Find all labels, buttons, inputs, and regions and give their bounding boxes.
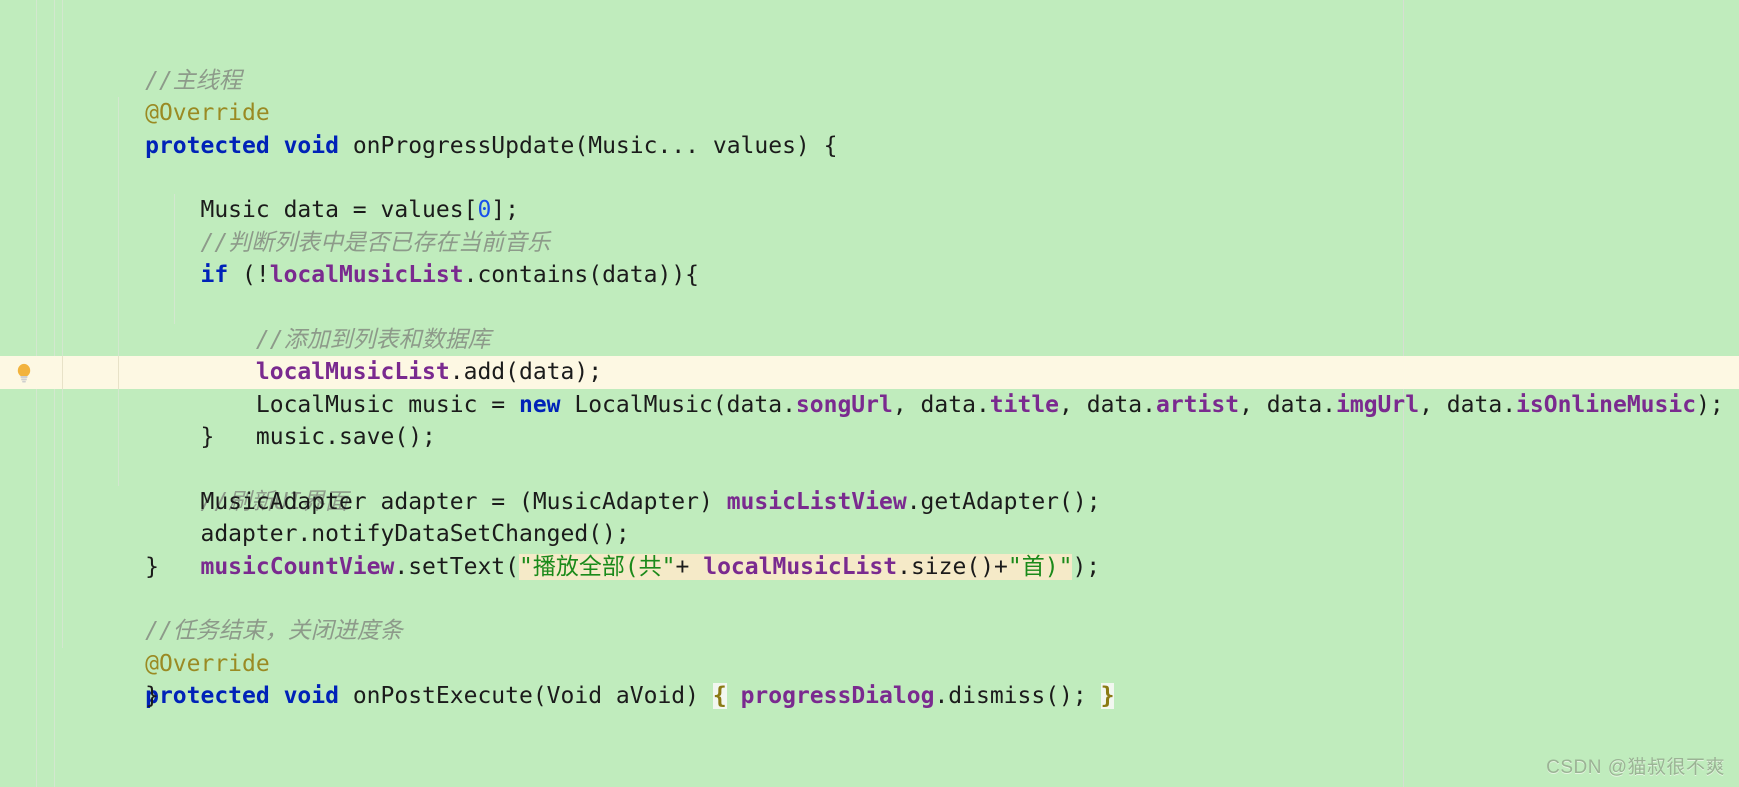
indent-guide	[62, 583, 63, 616]
token-field-musiclistview: musicListView	[726, 488, 907, 515]
token-operator: +	[675, 553, 704, 580]
indent-guide	[118, 161, 119, 195]
token-declaration: Music data = values[	[145, 197, 478, 224]
token-method-signature: onPostExecute(Void aVoid)	[338, 683, 713, 710]
token-punct: (!	[228, 262, 270, 289]
token-punct: );	[1696, 391, 1724, 418]
token-brace-open-matched: {	[712, 683, 727, 710]
token-method-call: .getAdapter();	[906, 488, 1101, 515]
indent-guide	[62, 453, 63, 486]
token-field-title: title	[989, 391, 1060, 418]
token-annotation: @Override	[145, 100, 270, 127]
indent-guide	[62, 64, 63, 98]
token-declaration: MusicAdapter adapter = (MusicAdapter)	[145, 488, 727, 515]
token-keyword-void: void	[283, 132, 339, 159]
indent-guide	[118, 453, 119, 486]
code-line[interactable]: if (!localMusicList.contains(data)){	[0, 161, 1739, 288]
token-method-call: .add(data);	[449, 359, 603, 386]
indent-guide	[62, 615, 63, 648]
string-concat-highlight: "播放全部(共"+ localMusicList.size()+"首)"	[518, 553, 1073, 580]
indent-guide	[62, 550, 63, 584]
indent-guide	[62, 259, 63, 292]
token-field-localmusiclist: localMusicList	[269, 262, 464, 289]
token-close-brace: }	[145, 683, 159, 710]
token-separator: , data.	[1059, 391, 1156, 418]
token-number: 0	[477, 197, 492, 224]
token-string-play-all: "播放全部(共"	[518, 553, 676, 580]
token-blank	[145, 586, 159, 612]
token-comment: //判断列表中是否已存在当前音乐	[145, 229, 551, 256]
token-field-songurl: songUrl	[795, 391, 893, 418]
token-close-brace: }	[145, 424, 215, 451]
lightbulb-icon[interactable]	[14, 362, 34, 384]
indent-guide	[62, 0, 63, 33]
token-field-isonlinemusic: isOnlineMusic	[1516, 391, 1697, 418]
indent-guide	[62, 421, 63, 454]
token-field-artist: artist	[1155, 391, 1240, 418]
code-line[interactable]: @Override	[0, 583, 1739, 677]
token-method-call: .size()+	[897, 553, 1008, 580]
indent-guide	[62, 161, 63, 195]
code-content[interactable]: //主线程 @Override protected void onProgres…	[0, 0, 1739, 787]
indent-guide	[62, 356, 63, 389]
token-method-signature: onProgressUpdate(Music... values) {	[338, 132, 838, 159]
indent-guide	[62, 485, 63, 519]
token-comment: //任务结束，关闭进度条	[145, 618, 403, 645]
token-separator: , data.	[1419, 391, 1517, 418]
indent-guide	[62, 291, 63, 324]
token-close-brace: }	[145, 553, 159, 580]
token-method-call: .dismiss();	[934, 683, 1101, 710]
token-method-call: .setText(	[394, 553, 519, 580]
code-editor[interactable]: //主线程 @Override protected void onProgres…	[0, 0, 1739, 787]
code-line[interactable]: @Override	[0, 32, 1739, 126]
watermark: CSDN @猫叔很不爽	[1546, 757, 1725, 778]
indent-guide	[118, 291, 119, 324]
token-keyword-new: new	[518, 391, 561, 418]
token-declaration: LocalMusic music =	[145, 391, 519, 418]
token-punct: );	[1072, 553, 1101, 580]
token-field-musiccountview: musicCountView	[200, 553, 395, 580]
token-constructor: LocalMusic(data.	[560, 391, 796, 418]
token-field-imgurl: imgUrl	[1336, 391, 1420, 418]
token-separator: , data.	[1239, 391, 1337, 418]
token-string-shou: "首)"	[1007, 553, 1073, 580]
code-line[interactable]: music.save();	[0, 291, 1739, 450]
code-line[interactable]: //主线程	[0, 0, 1739, 94]
token-keyword-if: if	[200, 262, 229, 289]
token-keyword-protected: protected	[145, 683, 270, 710]
token-punct: ];	[491, 197, 519, 224]
token-method-call: adapter.notifyDataSetChanged();	[145, 521, 630, 548]
token-separator: , data.	[892, 391, 990, 418]
token-keyword-protected: protected	[145, 132, 270, 159]
token-field-localmusiclist: localMusicList	[703, 553, 898, 580]
indent-guide	[62, 97, 63, 130]
indent-guide	[62, 226, 63, 260]
code-line[interactable]: protected void onProgressUpdate(Music...…	[0, 64, 1739, 159]
code-line[interactable]: musicCountView.setText("播放全部(共"+ localMu…	[0, 453, 1739, 580]
token-annotation: @Override	[145, 650, 270, 677]
indent-guide	[62, 32, 63, 65]
indent-guide	[62, 323, 63, 357]
token-comment: //主线程	[145, 67, 242, 94]
token-field-localmusiclist: localMusicList	[255, 359, 450, 386]
token-method-call: .contains(data)){	[463, 262, 700, 289]
token-keyword-void: void	[283, 683, 339, 710]
indent-guide	[174, 291, 175, 324]
token-brace-close-matched: }	[1100, 683, 1115, 710]
token-field-progressdialog: progressDialog	[740, 683, 935, 710]
indent-guide	[62, 388, 63, 422]
indent-guide	[62, 518, 63, 551]
indent-guide	[62, 129, 63, 162]
indent-guide	[62, 194, 63, 227]
token-comment: //添加到列表和数据库	[145, 326, 491, 353]
